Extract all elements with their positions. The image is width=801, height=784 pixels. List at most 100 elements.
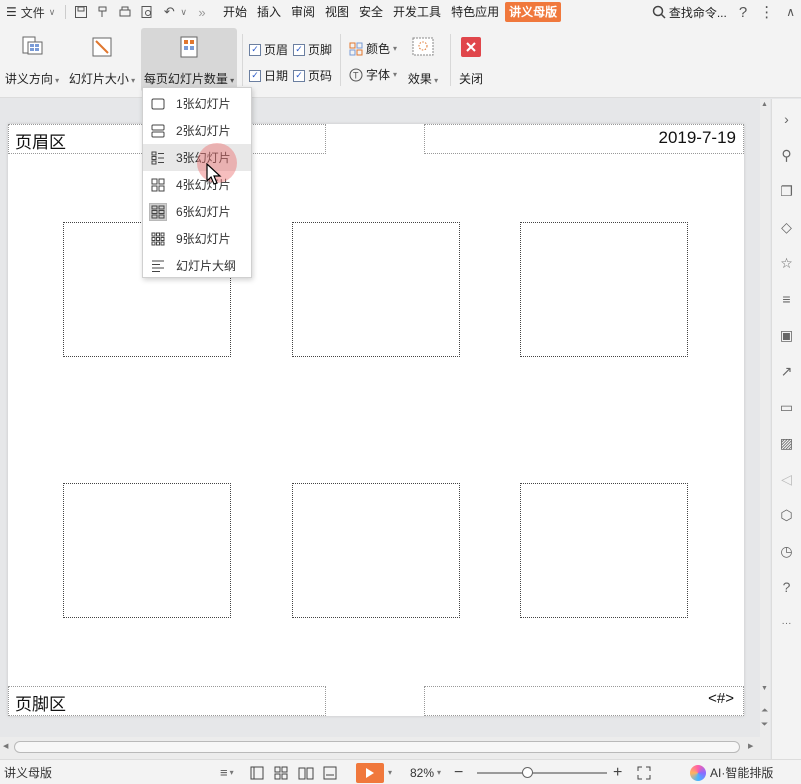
collapse-ribbon-icon[interactable]: ∧ xyxy=(786,5,795,19)
page-number-checkbox[interactable]: ✓ 页码 xyxy=(293,67,332,84)
slide-placeholder-3[interactable] xyxy=(520,222,688,357)
animation-icon[interactable]: ☆ xyxy=(776,245,798,281)
picture-panel-icon[interactable]: ▣ xyxy=(776,317,798,353)
tab-handout-master[interactable]: 讲义母版 xyxy=(505,2,562,22)
date-checkbox[interactable]: ✓ 日期 xyxy=(249,67,288,84)
effects-button[interactable]: 效果 ▾ xyxy=(403,28,443,92)
copy-icon[interactable]: ❐ xyxy=(776,173,798,209)
file-menu-button[interactable]: ☰ 文件 ∨ xyxy=(0,0,61,24)
handout-orientation-button[interactable]: 讲义方向 ▾ xyxy=(2,28,62,92)
footer-text: 页脚区 xyxy=(15,695,66,714)
print-preview-icon[interactable] xyxy=(136,1,158,23)
archive-icon[interactable]: ▭ xyxy=(776,389,798,425)
format-painter-icon[interactable] xyxy=(92,1,114,23)
scroll-down-icon[interactable]: ▼ xyxy=(761,685,768,692)
ribbon-divider xyxy=(340,34,341,86)
slideshow-button[interactable]: ▾ xyxy=(356,760,392,784)
color-button[interactable]: 颜色 ▾ xyxy=(349,40,397,57)
zoom-out-icon[interactable]: − xyxy=(454,760,463,784)
tab-developer[interactable]: 开发工具 xyxy=(389,2,445,22)
dropdown-arrow-icon: ▾ xyxy=(393,44,398,53)
slides-per-page-button[interactable]: 每页幻灯片数量 ▾ xyxy=(141,28,237,92)
menu-item-6-slides[interactable]: 6张幻灯片 xyxy=(143,198,251,225)
undo-icon[interactable]: ↶ xyxy=(158,1,180,23)
tab-security[interactable]: 安全 xyxy=(355,2,387,22)
ai-layout-button[interactable]: AI·智能排版 xyxy=(690,760,773,784)
header-text: 页眉区 xyxy=(15,133,66,152)
prev-page-icon[interactable]: ⏶ xyxy=(761,705,768,716)
title-bar: ☰ 文件 ∨ ↶ ∨ » 开始 插入 审阅 视图 安全 开发工具 特色应用 讲义… xyxy=(0,0,801,24)
zoom-slider[interactable] xyxy=(477,767,607,778)
menu-item-4-slides[interactable]: 4张幻灯片 xyxy=(143,171,251,198)
notes-toggle[interactable]: ≡ ▾ xyxy=(220,760,234,784)
fit-window-icon[interactable] xyxy=(637,760,651,784)
view-mode-label: 讲义母版 xyxy=(4,766,53,780)
scroll-up-icon[interactable]: ▲ xyxy=(761,101,768,108)
menu-item-outline[interactable]: 幻灯片大纲 xyxy=(143,252,251,279)
more-tabs-icon[interactable]: » xyxy=(191,1,213,23)
reading-view-icon[interactable] xyxy=(298,760,314,784)
orientation-icon xyxy=(19,32,45,62)
nine-slides-icon xyxy=(150,231,166,247)
shield-icon[interactable]: ⬡ xyxy=(776,497,798,533)
more-icon[interactable]: ⋮ xyxy=(759,3,774,21)
save-icon[interactable] xyxy=(70,1,92,23)
slide-placeholder-5[interactable] xyxy=(292,483,460,618)
checkbox-checked-icon: ✓ xyxy=(249,43,261,56)
tab-special[interactable]: 特色应用 xyxy=(447,2,503,22)
share-icon[interactable]: ↗ xyxy=(776,353,798,389)
menu-item-2-slides[interactable]: 2张幻灯片 xyxy=(143,117,251,144)
slide-size-button[interactable]: 幻灯片大小 ▾ xyxy=(68,28,136,92)
tab-home[interactable]: 开始 xyxy=(219,2,251,22)
right-side-panel: › ⚲ ❐ ◇ ☆ ≡ ▣ ↗ ▭ ▨ ◁ ⬡ ◷ ? ··· xyxy=(771,99,801,759)
help-circle-icon[interactable]: ? xyxy=(776,569,798,605)
chevron-down-icon[interactable]: ∨ xyxy=(180,7,187,18)
chevron-down-icon: ▾ xyxy=(388,768,393,777)
page-number-text: <#> xyxy=(708,690,734,707)
tab-review[interactable]: 审阅 xyxy=(287,2,319,22)
horizontal-scrollbar[interactable]: ◀ ▶ xyxy=(0,737,770,759)
pin-icon[interactable]: ⚲ xyxy=(776,137,798,173)
slide-sorter-icon[interactable] xyxy=(274,760,288,784)
footer-checkbox[interactable]: ✓ 页脚 xyxy=(293,41,332,58)
vertical-scrollbar[interactable]: ▲ ▼ ⏶ ⏷ xyxy=(760,99,770,737)
collapse-panel-icon[interactable]: › xyxy=(776,101,798,137)
image-icon[interactable]: ▨ xyxy=(776,425,798,461)
print-icon[interactable] xyxy=(114,1,136,23)
settings-sliders-icon[interactable]: ≡ xyxy=(776,281,798,317)
effects-icon xyxy=(410,32,436,62)
tab-insert[interactable]: 插入 xyxy=(253,2,285,22)
one-slide-icon xyxy=(150,96,166,112)
help-icon[interactable]: ? xyxy=(739,4,747,21)
shapes-icon[interactable]: ◇ xyxy=(776,209,798,245)
header-checkbox[interactable]: ✓ 页眉 xyxy=(249,41,288,58)
play-icon xyxy=(356,762,384,783)
next-page-icon[interactable]: ⏷ xyxy=(761,719,768,730)
page-number-placeholder[interactable] xyxy=(424,686,744,716)
four-slides-icon xyxy=(150,177,166,193)
checkbox-checked-icon: ✓ xyxy=(249,69,261,82)
tab-view[interactable]: 视图 xyxy=(321,2,353,22)
menu-item-1-slide[interactable]: 1张幻灯片 xyxy=(143,90,251,117)
notes-view-icon[interactable] xyxy=(323,760,337,784)
topbar-right: 查找命令... ? ⋮ ∧ xyxy=(652,0,795,24)
zoom-in-icon[interactable]: + xyxy=(613,760,622,784)
slide-placeholder-4[interactable] xyxy=(63,483,231,618)
more-dots-icon[interactable]: ··· xyxy=(776,605,798,641)
scroll-right-icon[interactable]: ▶ xyxy=(748,742,753,750)
backup-icon[interactable]: ◷ xyxy=(776,533,798,569)
slide-placeholder-6[interactable] xyxy=(520,483,688,618)
audio-icon[interactable]: ◁ xyxy=(776,461,798,497)
command-search[interactable]: 查找命令... xyxy=(652,4,727,21)
slide-placeholder-2[interactable] xyxy=(292,222,460,357)
slides-per-page-menu: 1张幻灯片 2张幻灯片 3张幻灯片 4张幻灯片 6张幻灯片 9张幻灯片 幻灯片大… xyxy=(142,87,252,278)
font-button[interactable]: T 字体 ▾ xyxy=(349,66,397,83)
zoom-level-dropdown[interactable]: 82% ▾ xyxy=(410,760,441,784)
scroll-left-icon[interactable]: ◀ xyxy=(3,742,8,750)
horizontal-scroll-thumb[interactable] xyxy=(14,741,740,753)
close-master-view-button[interactable]: 关闭 xyxy=(455,28,487,92)
normal-view-icon[interactable] xyxy=(250,760,264,784)
ribbon-divider xyxy=(450,34,451,86)
menu-item-9-slides[interactable]: 9张幻灯片 xyxy=(143,225,251,252)
zoom-slider-knob[interactable] xyxy=(522,767,533,778)
